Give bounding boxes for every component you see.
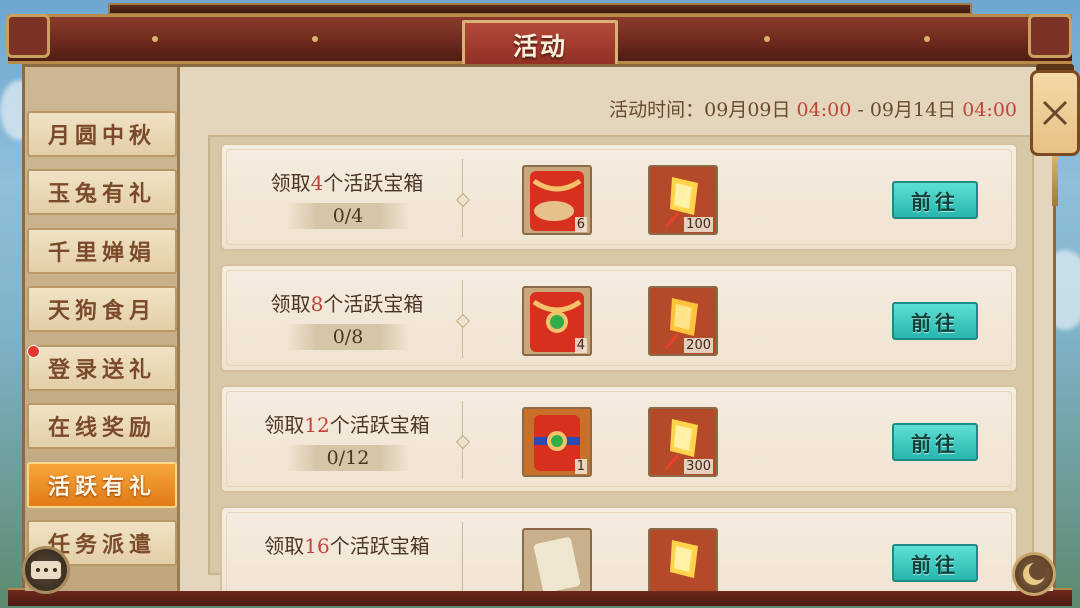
reward-count: 4 — [574, 338, 587, 353]
event-time-label: 活动时间： — [609, 99, 705, 121]
frame-corner-right — [1028, 14, 1072, 58]
frame-corner-left — [6, 14, 50, 58]
task-progress: 0/12 — [286, 445, 410, 471]
sidebar-item-online-reward[interactable]: 在线奖励 — [27, 403, 177, 449]
task-prefix: 领取 — [270, 292, 311, 316]
task-description: 领取12个活跃宝箱 — [232, 409, 462, 438]
task-description: 领取8个活跃宝箱 — [232, 288, 462, 317]
task-count: 8 — [310, 292, 324, 316]
sidebar-item-jade-rabbit[interactable]: 玉兔有礼 — [27, 169, 177, 215]
reward-slot[interactable] — [648, 528, 718, 591]
lantern-tassel — [1052, 156, 1058, 206]
beam-stud — [764, 36, 770, 42]
go-button[interactable]: 前往 — [892, 302, 978, 340]
reward-slot[interactable]: 300 — [648, 407, 718, 477]
moon-emblem-icon — [1023, 562, 1047, 585]
page-title: 活动 — [462, 20, 618, 70]
event-start-date: 09月09日 — [704, 99, 791, 121]
close-button[interactable] — [1030, 70, 1080, 156]
task-count: 4 — [310, 171, 324, 195]
reward-count: 300 — [684, 459, 713, 474]
task-prefix: 领取 — [270, 171, 311, 195]
event-end-date: 09月14日 — [869, 99, 957, 121]
task-row: 领取12个活跃宝箱 0/12 1 300 前往 — [220, 385, 1018, 493]
task-prefix: 领取 — [264, 534, 305, 558]
beam-stud — [924, 36, 930, 42]
reward-count: 6 — [574, 217, 587, 232]
go-button[interactable]: 前往 — [892, 544, 978, 582]
row-divider — [462, 522, 463, 591]
event-time: 活动时间：09月09日 04:00 - 09月14日 04:00 — [609, 95, 1017, 122]
task-row: 领取16个活跃宝箱 前往 — [220, 506, 1018, 591]
task-row: 领取4个活跃宝箱 0/4 6 100 前往 — [220, 143, 1018, 251]
task-progress: 0/8 — [286, 324, 410, 350]
close-icon[interactable] — [1040, 98, 1070, 128]
reward-count: 200 — [684, 338, 713, 353]
beam-stud — [312, 36, 318, 42]
chat-bubble-icon — [31, 561, 61, 579]
go-button[interactable]: 前往 — [892, 181, 978, 219]
task-suffix: 个活跃宝箱 — [323, 171, 424, 195]
reward-slot[interactable]: 4 — [522, 286, 592, 356]
beam-stud — [152, 36, 158, 42]
reward-slot[interactable]: 200 — [648, 286, 718, 356]
reward-slot[interactable] — [522, 528, 592, 591]
sky-lantern-icon — [650, 530, 716, 591]
reward-slot[interactable]: 1 — [522, 407, 592, 477]
task-count: 12 — [304, 413, 330, 437]
event-start-time: 04:00 — [796, 99, 852, 121]
task-suffix: 个活跃宝箱 — [329, 534, 430, 558]
sidebar-item-login-gift[interactable]: 登录送礼 — [27, 345, 177, 391]
task-row: 领取8个活跃宝箱 0/8 4 200 前往 — [220, 264, 1018, 372]
reward-slot[interactable]: 6 — [522, 165, 592, 235]
event-end-time: 04:00 — [962, 99, 1017, 121]
sidebar-item-chanjuan[interactable]: 千里婵娟 — [27, 228, 177, 274]
content-area: 活动时间：09月09日 04:00 - 09月14日 04:00 领取4个活跃宝… — [180, 67, 1053, 591]
task-suffix: 个活跃宝箱 — [329, 413, 430, 437]
reward-count: 1 — [574, 459, 587, 474]
task-suffix: 个活跃宝箱 — [323, 292, 424, 316]
task-prefix: 领取 — [264, 413, 305, 437]
sidebar-item-mid-autumn[interactable]: 月圆中秋 — [27, 111, 177, 157]
event-time-separator: - — [857, 99, 864, 121]
sidebar-item-eclipse[interactable]: 天狗食月 — [27, 286, 177, 332]
sidebar[interactable]: 月圆中秋 玉兔有礼 千里婵娟 天狗食月 登录送礼 在线奖励 活跃有礼 任务派遣 — [25, 67, 180, 591]
chat-button[interactable] — [22, 546, 70, 594]
scroll-icon — [524, 530, 590, 591]
menu-button[interactable] — [1012, 552, 1056, 596]
go-button[interactable]: 前往 — [892, 423, 978, 461]
task-description: 领取4个活跃宝箱 — [232, 167, 462, 196]
task-progress: 0/4 — [286, 203, 410, 229]
sidebar-item-active-gift[interactable]: 活跃有礼 — [27, 462, 177, 508]
reward-slot[interactable]: 100 — [648, 165, 718, 235]
notification-dot — [27, 345, 40, 358]
task-description: 领取16个活跃宝箱 — [232, 530, 462, 559]
reward-count: 100 — [684, 217, 713, 232]
task-count: 16 — [304, 534, 330, 558]
